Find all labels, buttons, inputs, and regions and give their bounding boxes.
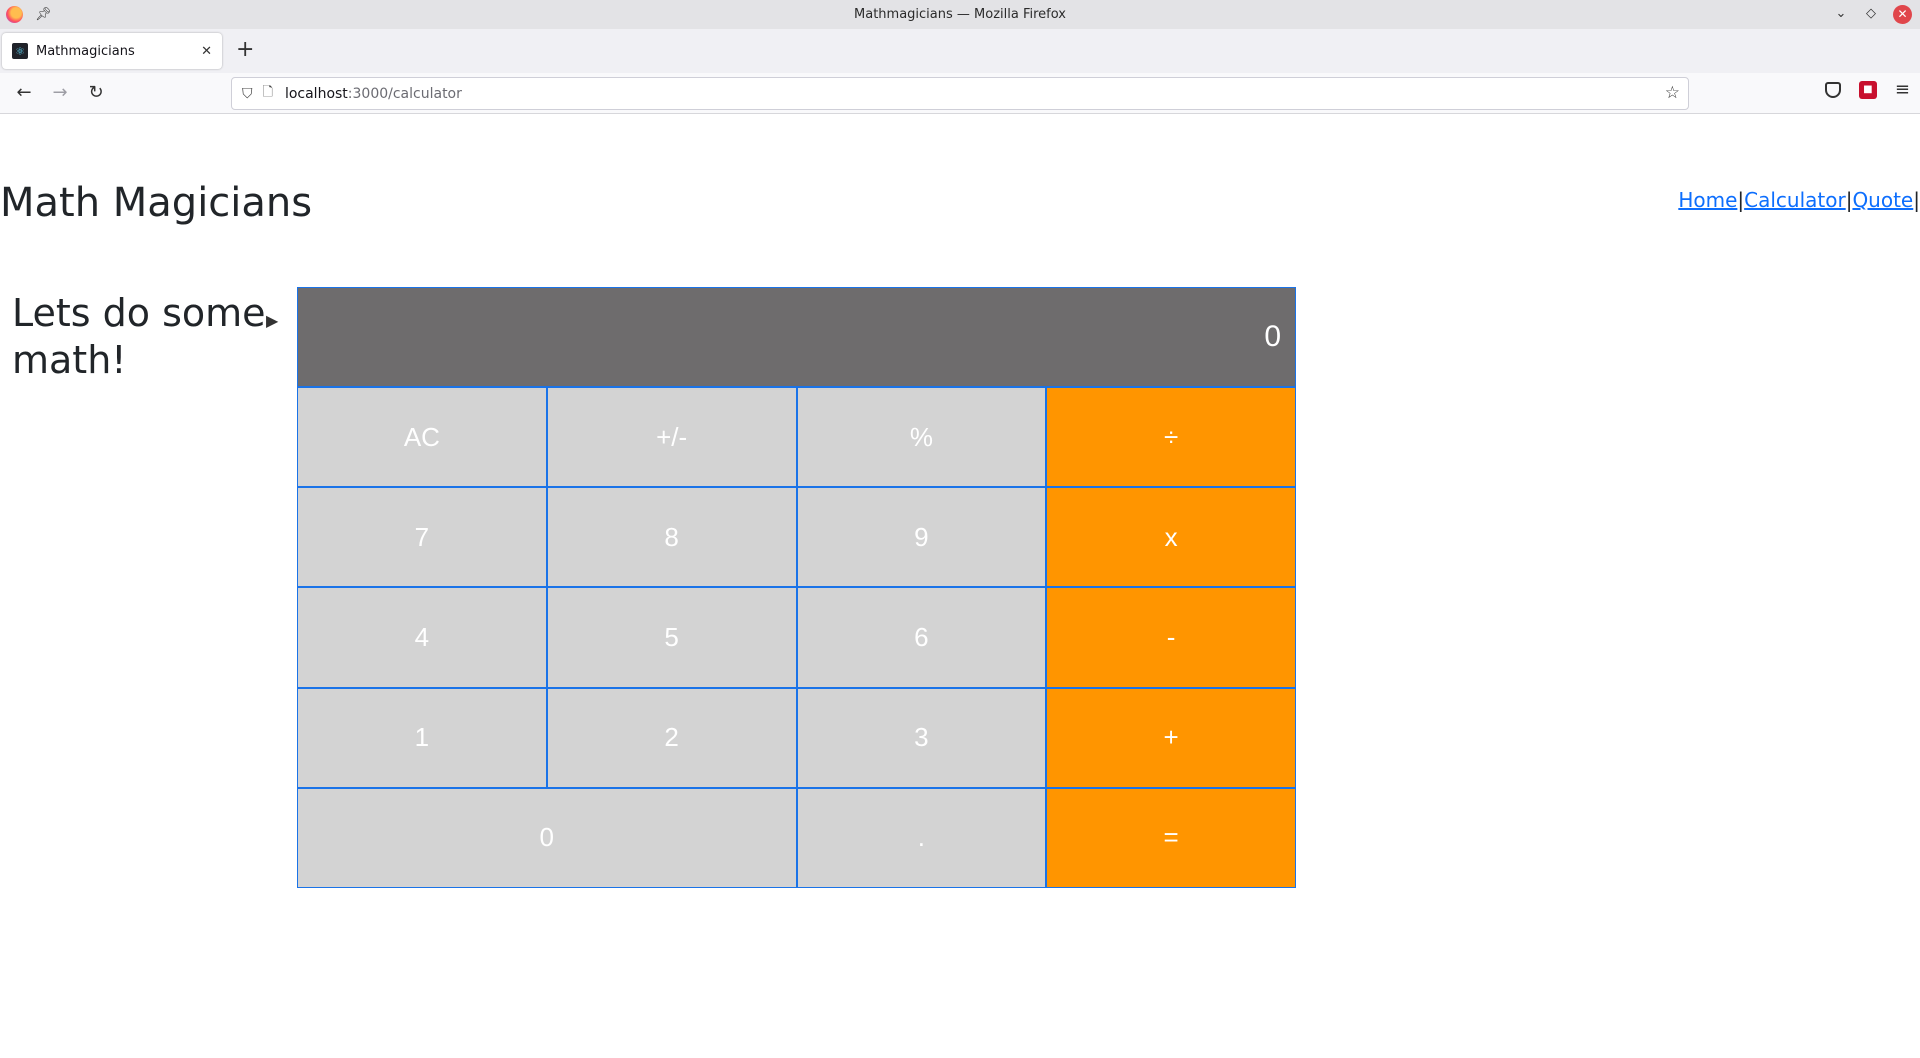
key-5-button[interactable]: 5 — [546, 587, 797, 688]
key-3-button[interactable]: 3 — [796, 687, 1047, 788]
key-c247-button[interactable]: ÷ — [1046, 387, 1296, 488]
reload-icon[interactable]: ↻ — [84, 81, 108, 105]
window-title: Mathmagicians — Mozilla Firefox — [854, 7, 1066, 22]
key-7-button[interactable]: 7 — [297, 487, 547, 588]
maximize-icon[interactable]: ◇ — [1863, 4, 1879, 24]
nav-bar: ← → ↻ ⛉ 🗋︎ localhost:3000/calculator ☆ ■… — [0, 73, 1920, 114]
close-window-icon[interactable]: ✕ — [1893, 4, 1912, 24]
nav-separator: | — [1913, 188, 1920, 212]
key-6-button[interactable]: 6 — [796, 587, 1047, 688]
key-AC-button[interactable]: AC — [297, 387, 547, 488]
tab-close-icon[interactable]: ✕ — [201, 44, 212, 59]
key-4-button[interactable]: 4 — [297, 587, 547, 688]
firefox-logo-icon — [6, 6, 23, 23]
site-nav: Home|Calculator|Quote| — [1678, 188, 1920, 212]
window-titlebar: 📌︎ Mathmagicians — Mozilla Firefox ⌄ ◇ ✕ — [0, 0, 1920, 29]
key-c61-button[interactable]: = — [1046, 787, 1296, 888]
nav-link-quote[interactable]: Quote — [1852, 188, 1913, 212]
tab-label: Mathmagicians — [36, 43, 135, 59]
toolbar-right: ■ ≡ — [1824, 81, 1910, 99]
key-c37-button[interactable]: % — [796, 387, 1047, 488]
url-path: :3000/calculator — [347, 85, 462, 102]
key-c43-button[interactable]: + — [1046, 687, 1296, 788]
page-content: Math Magicians Home|Calculator|Quote| Le… — [0, 114, 1920, 1058]
bookmark-star-icon[interactable]: ☆ — [1665, 83, 1680, 103]
titlebar-left-icons: 📌︎ — [6, 6, 52, 23]
url-bar[interactable]: ⛉ 🗋︎ localhost:3000/calculator ☆ — [231, 77, 1689, 110]
page-icon[interactable]: 🗋︎ — [263, 83, 273, 105]
new-tab-icon[interactable]: + — [236, 38, 254, 62]
key-1-button[interactable]: 1 — [297, 687, 547, 788]
key-8-button[interactable]: 8 — [546, 487, 797, 588]
key-9-button[interactable]: 9 — [796, 487, 1047, 588]
key-x-button[interactable]: x — [1046, 487, 1296, 588]
react-favicon-icon: ⚛ — [12, 43, 28, 59]
calculator-display: 0 — [297, 287, 1296, 387]
key-0-button[interactable]: 0 — [297, 787, 797, 888]
calculator: 0 AC +/-% ÷ 7 8 9 x 4 5 6- 1 2 3 +0. = — [297, 287, 1296, 888]
key-c43c47c45-button[interactable]: +/- — [546, 387, 797, 488]
url-host: localhost — [284, 85, 348, 102]
tab-strip: ⚛ Mathmagicians ✕ + — [0, 29, 1920, 73]
pin-icon[interactable]: 📌︎ — [35, 8, 52, 21]
tab-mathmagicians[interactable]: ⚛ Mathmagicians ✕ — [2, 33, 222, 69]
key-c46-button[interactable]: . — [796, 787, 1047, 888]
key-c45-button[interactable]: - — [1046, 587, 1296, 688]
back-icon[interactable]: ← — [12, 81, 36, 105]
window-controls: ⌄ ◇ ✕ — [1833, 4, 1912, 24]
shield-icon[interactable]: ⛉ — [242, 86, 253, 102]
key-2-button[interactable]: 2 — [546, 687, 797, 788]
intro-text: Lets do some math! — [12, 291, 266, 382]
hamburger-menu-icon[interactable]: ≡ — [1895, 81, 1910, 99]
pocket-icon[interactable] — [1824, 82, 1841, 98]
minimize-icon[interactable]: ⌄ — [1833, 4, 1849, 24]
mouse-cursor-icon: ▶ — [266, 311, 279, 330]
nav-link-calculator[interactable]: Calculator — [1744, 188, 1846, 212]
extension-icon[interactable]: ■ — [1858, 81, 1877, 99]
nav-link-home[interactable]: Home — [1678, 188, 1737, 212]
forward-icon[interactable]: → — [48, 81, 72, 105]
site-title: Math Magicians — [0, 180, 313, 226]
